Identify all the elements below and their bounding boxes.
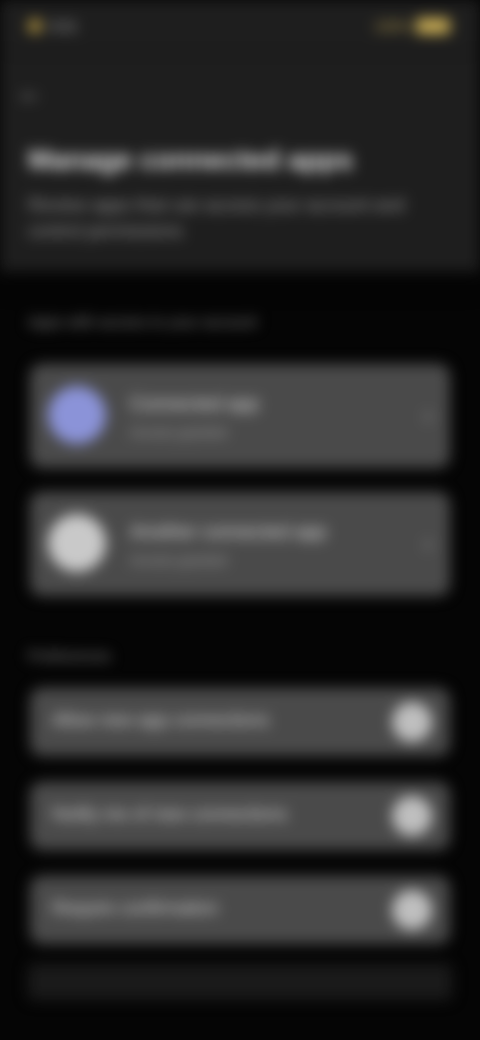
app-avatar-icon xyxy=(48,514,106,572)
app-name: Connected app xyxy=(130,394,259,415)
connected-app-item[interactable]: Another connected app Access granted › xyxy=(30,492,450,596)
preference-toggle[interactable] xyxy=(392,702,432,742)
notification-dot-icon xyxy=(28,19,42,33)
preference-row[interactable]: Notify me of new connections xyxy=(30,782,450,850)
status-time: 9:41 xyxy=(50,18,78,34)
app-screen: 9:41 100% ← Manage connected apps Review… xyxy=(0,0,480,1040)
page-title: Manage connected apps xyxy=(28,144,354,175)
preference-toggle[interactable] xyxy=(392,796,432,836)
app-avatar-icon xyxy=(48,386,106,444)
status-bar: 9:41 100% xyxy=(0,0,480,60)
preference-label: Allow new app connections xyxy=(52,710,270,730)
preference-label: Require confirmation xyxy=(52,898,219,918)
app-name: Another connected app xyxy=(130,522,327,543)
preferences-section-label: Preferences xyxy=(28,648,112,665)
chevron-right-icon[interactable]: › xyxy=(424,530,432,558)
arrow-back-icon[interactable]: ← xyxy=(16,77,44,107)
header-panel: ← Manage connected apps Review apps that… xyxy=(0,60,480,272)
app-status: Access granted xyxy=(130,424,227,440)
preference-row[interactable]: Allow new app connections xyxy=(30,688,450,756)
connected-app-item[interactable]: Connected app Access granted › xyxy=(30,364,450,468)
status-right: 100% xyxy=(374,18,450,34)
battery-icon xyxy=(416,18,450,34)
page-subtitle: Review apps that can access your account… xyxy=(28,195,405,241)
chevron-right-icon[interactable]: › xyxy=(424,402,432,430)
status-left: 9:41 xyxy=(28,18,77,34)
app-status: Access granted xyxy=(130,552,227,568)
preference-toggle[interactable] xyxy=(392,890,432,930)
bottom-divider xyxy=(28,964,452,1000)
connected-apps-section-label: Apps with access to your account xyxy=(28,314,258,331)
battery-percent: 100% xyxy=(374,18,410,34)
preference-row[interactable]: Require confirmation xyxy=(30,876,450,944)
preference-label: Notify me of new connections xyxy=(52,804,288,824)
